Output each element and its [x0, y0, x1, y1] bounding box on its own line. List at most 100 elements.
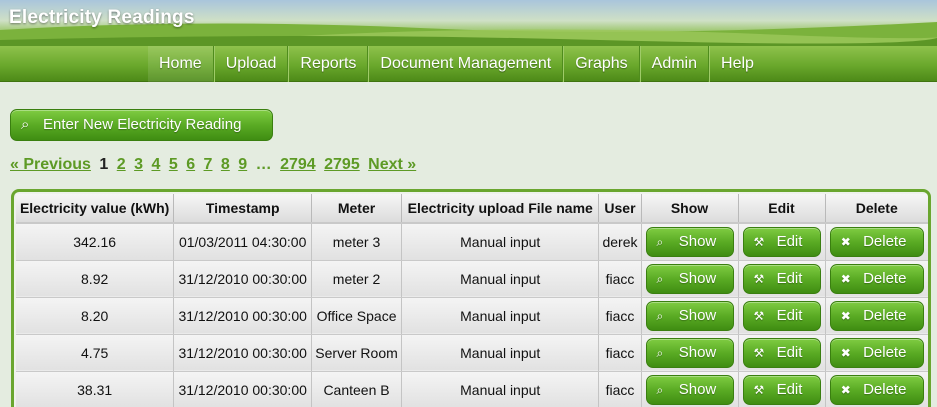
header-banner: Electricity Readings	[0, 0, 937, 46]
wrench-icon: ⚒	[753, 382, 765, 397]
previous-link[interactable]: « Previous	[10, 156, 91, 173]
column-header-delete: Delete	[825, 194, 928, 224]
close-icon: ✖	[840, 345, 851, 360]
nav-item-upload[interactable]: Upload	[213, 46, 289, 82]
new-reading-button[interactable]: ⌕ Enter New Electricity Reading	[10, 109, 273, 141]
cell-edit: ⚒ Edit	[738, 297, 826, 335]
nav-item-document-management[interactable]: Document Management	[368, 46, 564, 82]
show-button[interactable]: ⌕ Show	[645, 263, 734, 294]
show-label: Show	[678, 343, 717, 361]
nav-item-help[interactable]: Help	[709, 46, 765, 82]
cell-timestamp: 31/12/2010 00:30:00	[173, 297, 313, 335]
pagination: « Previous 1 2 3 4 5 6 7 8 9 … 2794 2795…	[10, 156, 420, 174]
column-header-file-name: Electricity upload File name	[401, 194, 600, 224]
cell-value: 8.92	[16, 260, 175, 298]
wrench-icon: ⚒	[753, 234, 765, 249]
cell-delete: ✖ Delete	[825, 371, 928, 407]
show-label: Show	[678, 269, 717, 287]
page-link[interactable]: 2	[117, 156, 126, 173]
delete-button[interactable]: ✖ Delete	[829, 263, 924, 294]
cell-delete: ✖ Delete	[825, 297, 928, 335]
cell-value: 4.75	[16, 334, 175, 372]
delete-button[interactable]: ✖ Delete	[829, 300, 924, 331]
delete-button[interactable]: ✖ Delete	[829, 374, 924, 405]
cell-file: Manual input	[401, 371, 600, 407]
cell-meter: Canteen B	[311, 371, 402, 407]
column-header-timestamp: Timestamp	[173, 194, 313, 224]
page-link[interactable]: 2794	[280, 156, 316, 173]
cell-file: Manual input	[401, 260, 600, 298]
page-link[interactable]: 3	[134, 156, 143, 173]
cell-user: derek	[598, 223, 642, 261]
edit-label: Edit	[776, 343, 803, 361]
cell-show: ⌕ Show	[641, 223, 739, 261]
nav-item-reports[interactable]: Reports	[288, 46, 369, 82]
column-header-edit: Edit	[738, 194, 826, 224]
edit-button[interactable]: ⚒ Edit	[742, 374, 821, 405]
show-button[interactable]: ⌕ Show	[645, 374, 734, 405]
column-header-meter: Meter	[311, 194, 402, 224]
edit-button[interactable]: ⚒ Edit	[742, 226, 821, 257]
page-link[interactable]: 4	[151, 156, 160, 173]
show-label: Show	[678, 380, 717, 398]
pagination-ellipsis: …	[255, 156, 272, 173]
table-row: 8.92 31/12/2010 00:30:00 meter 2 Manual …	[16, 260, 928, 298]
search-icon: ⌕	[656, 234, 664, 249]
nav-item-admin[interactable]: Admin	[639, 46, 710, 82]
cell-show: ⌕ Show	[641, 371, 739, 407]
delete-label: Delete	[863, 343, 907, 361]
search-icon: ⌕	[656, 382, 664, 397]
page-link[interactable]: 7	[204, 156, 213, 173]
delete-button[interactable]: ✖ Delete	[829, 226, 924, 257]
close-icon: ✖	[840, 234, 851, 249]
next-link[interactable]: Next »	[368, 156, 416, 173]
show-button[interactable]: ⌕ Show	[645, 300, 734, 331]
cell-edit: ⚒ Edit	[738, 334, 826, 372]
edit-button[interactable]: ⚒ Edit	[742, 300, 821, 331]
show-label: Show	[678, 306, 717, 324]
show-button[interactable]: ⌕ Show	[645, 226, 734, 257]
cell-edit: ⚒ Edit	[738, 260, 826, 298]
cell-edit: ⚒ Edit	[738, 371, 826, 407]
cell-value: 8.20	[16, 297, 175, 335]
wrench-icon: ⚒	[753, 308, 765, 323]
page-link[interactable]: 8	[221, 156, 230, 173]
cell-file: Manual input	[401, 297, 600, 335]
column-header-value: Electricity value (kWh)	[16, 194, 175, 224]
edit-button[interactable]: ⚒ Edit	[742, 337, 821, 368]
show-button[interactable]: ⌕ Show	[645, 337, 734, 368]
cell-timestamp: 31/12/2010 00:30:00	[173, 334, 313, 372]
app-title: Electricity Readings	[9, 7, 195, 28]
edit-label: Edit	[776, 380, 803, 398]
search-icon: ⌕	[656, 271, 664, 286]
page-link[interactable]: 2795	[324, 156, 360, 173]
edit-label: Edit	[776, 269, 803, 287]
nav-item-home[interactable]: Home	[148, 46, 214, 82]
cell-timestamp: 31/12/2010 00:30:00	[173, 371, 313, 407]
table-row: 4.75 31/12/2010 00:30:00 Server Room Man…	[16, 334, 928, 372]
cell-user: fiacc	[598, 371, 642, 407]
search-icon: ⌕	[21, 116, 30, 133]
close-icon: ✖	[840, 271, 851, 286]
edit-label: Edit	[776, 232, 803, 250]
edit-label: Edit	[776, 306, 803, 324]
close-icon: ✖	[840, 308, 851, 323]
nav-item-graphs[interactable]: Graphs	[563, 46, 640, 82]
new-reading-label: Enter New Electricity Reading	[43, 116, 242, 133]
cell-file: Manual input	[401, 334, 600, 372]
wrench-icon: ⚒	[753, 271, 765, 286]
delete-label: Delete	[863, 380, 907, 398]
cell-meter: Server Room	[311, 334, 402, 372]
page-link[interactable]: 5	[169, 156, 178, 173]
cell-meter: meter 2	[311, 260, 402, 298]
current-page: 1	[99, 156, 109, 173]
cell-value: 38.31	[16, 371, 175, 407]
search-icon: ⌕	[656, 308, 664, 323]
cell-meter: meter 3	[311, 223, 402, 261]
page-link[interactable]: 9	[238, 156, 247, 173]
delete-button[interactable]: ✖ Delete	[829, 337, 924, 368]
cell-delete: ✖ Delete	[825, 260, 928, 298]
cell-user: fiacc	[598, 297, 642, 335]
page-link[interactable]: 6	[186, 156, 195, 173]
edit-button[interactable]: ⚒ Edit	[742, 263, 821, 294]
